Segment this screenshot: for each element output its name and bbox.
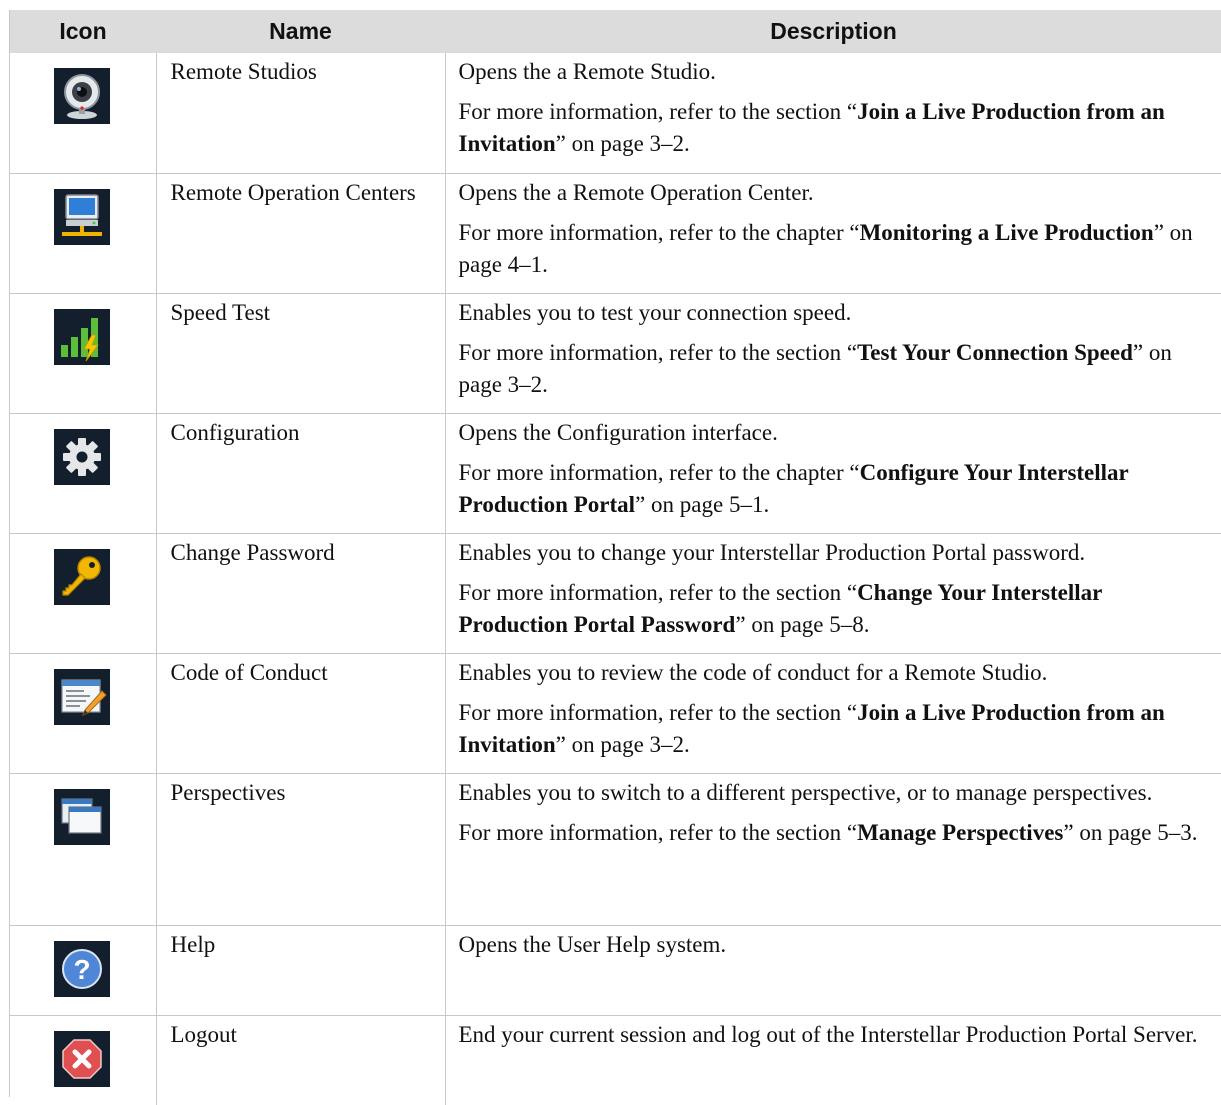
row-description: Enables you to switch to a different per…: [458, 779, 1153, 805]
header-description: Description: [445, 10, 1221, 53]
row-description: Opens the Configuration interface.: [458, 419, 778, 445]
row-description: Opens the User Help system.: [458, 931, 727, 957]
row-description: Enables you to change your Interstellar …: [458, 539, 1086, 565]
cross-reference-link[interactable]: Test Your Connection Speed: [857, 340, 1133, 365]
row-name: Remote Studios: [170, 59, 317, 84]
row-more-info: For more information, refer to the secti…: [458, 339, 1172, 397]
table-row: Change Password Enables you to change yo…: [10, 532, 1221, 653]
row-more-info: For more information, refer to the chapt…: [458, 219, 1193, 277]
table-row: Speed Test Enables you to test your conn…: [10, 292, 1221, 413]
row-more-info: For more information, refer to the secti…: [458, 579, 1102, 637]
row-description: Enables you to test your connection spee…: [458, 299, 852, 325]
logout-icon: [54, 1030, 110, 1087]
row-more-info: For more information, refer to the secti…: [458, 699, 1165, 757]
icon-reference-table: Icon Name Description Remote Studios Ope…: [10, 10, 1221, 1105]
table-row: Remote Studios Opens the a Remote Studio…: [10, 53, 1221, 173]
document-pencil-icon: [54, 668, 110, 725]
row-name: Remote Operation Centers: [170, 179, 416, 205]
icon-reference-table-container: Icon Name Description Remote Studios Ope…: [9, 10, 1221, 1105]
table-row: Remote Operation Centers Opens the a Rem…: [10, 172, 1221, 293]
computer-network-icon: [54, 188, 110, 245]
cross-reference-link[interactable]: Monitoring a Live Production: [860, 220, 1154, 245]
svg-text:?: ?: [73, 954, 90, 985]
row-description: Opens the a Remote Studio.: [458, 59, 716, 84]
row-name: Logout: [170, 1021, 237, 1047]
row-name: Change Password: [170, 539, 335, 565]
row-more-info: For more information, refer to the secti…: [458, 99, 1165, 156]
webcam-icon: [54, 68, 110, 124]
help-icon: ?: [54, 940, 110, 997]
row-name: Perspectives: [170, 779, 286, 805]
row-name: Configuration: [170, 419, 300, 445]
windows-icon: [54, 788, 110, 845]
row-more-info: For more information, refer to the secti…: [458, 819, 1198, 845]
signal-bars-icon: [54, 308, 110, 365]
table-row: Code of Conduct Enables you to review th…: [10, 652, 1221, 773]
gear-icon: [54, 428, 110, 485]
table-row: ? Help Opens the User Help system.: [10, 924, 1221, 1015]
table-row: Logout End your current session and log …: [10, 1014, 1221, 1105]
table-header-row: Icon Name Description: [10, 10, 1221, 53]
row-name: Help: [170, 931, 216, 957]
table-row: Perspectives Enables you to switch to a …: [10, 772, 1221, 925]
row-description: End your current session and log out of …: [458, 1021, 1198, 1047]
row-more-info: For more information, refer to the chapt…: [458, 459, 1129, 517]
header-icon: Icon: [10, 10, 156, 53]
key-icon: [54, 548, 110, 605]
row-name: Code of Conduct: [170, 659, 328, 685]
table-row: Configuration Opens the Configuration in…: [10, 412, 1221, 533]
row-description: Opens the a Remote Operation Center.: [458, 179, 814, 205]
header-name: Name: [156, 10, 445, 53]
row-description: Enables you to review the code of conduc…: [458, 659, 1048, 685]
row-name: Speed Test: [170, 299, 271, 325]
cross-reference-link[interactable]: Manage Perspectives: [857, 820, 1063, 845]
